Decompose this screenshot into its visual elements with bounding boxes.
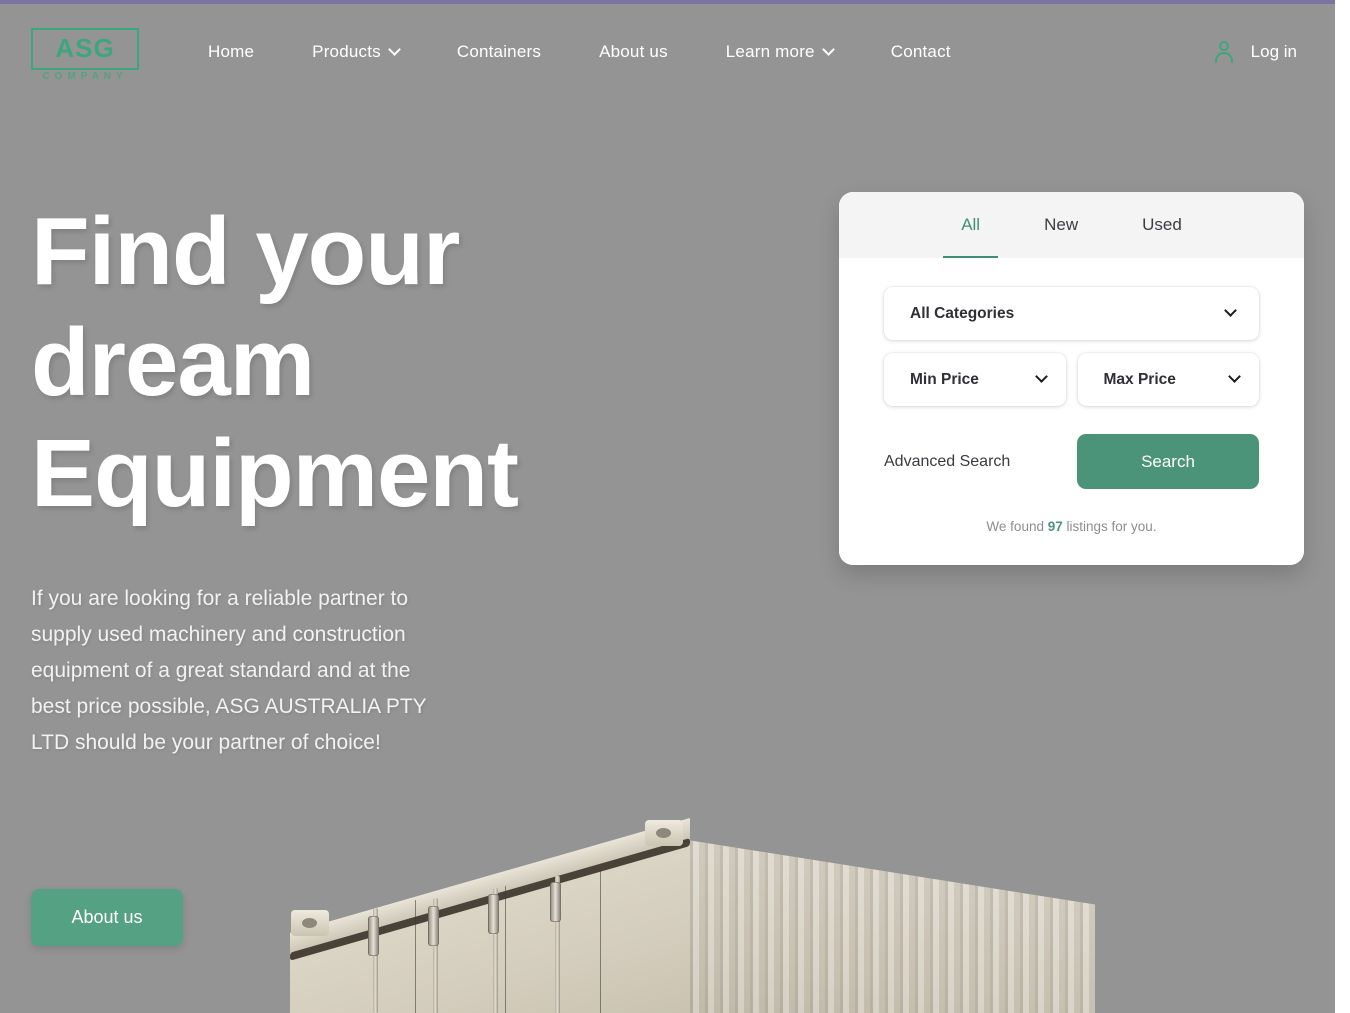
nav-item-contact[interactable]: Contact bbox=[862, 42, 980, 62]
login-area[interactable]: Log in bbox=[1214, 4, 1297, 100]
price-row: Min Price Max Price bbox=[884, 353, 1259, 406]
category-select[interactable]: All Categories bbox=[884, 287, 1259, 340]
advanced-search-link[interactable]: Advanced Search bbox=[884, 453, 1077, 471]
about-us-button[interactable]: About us bbox=[31, 889, 183, 946]
hero-paragraph: If you are looking for a reliable partne… bbox=[31, 587, 427, 754]
listing-count-suffix: listings for you. bbox=[1066, 519, 1157, 534]
login-label: Log in bbox=[1250, 42, 1297, 61]
tab-all[interactable]: All bbox=[929, 192, 1012, 258]
nav-item-label: Containers bbox=[456, 42, 542, 61]
listing-count-number: 97 bbox=[1047, 519, 1063, 534]
container-hero-image bbox=[255, 808, 1095, 1013]
container-door-seam bbox=[505, 885, 506, 1013]
nav-item-label: About us bbox=[599, 42, 668, 61]
brand-logo-subtext: COMPANY bbox=[42, 71, 128, 82]
max-price-select[interactable]: Max Price bbox=[1077, 353, 1259, 406]
container-corner-casting bbox=[291, 910, 329, 936]
min-price-select[interactable]: Min Price bbox=[884, 353, 1066, 406]
site-header: ASG COMPANY Home Products Containers Abo… bbox=[0, 4, 1335, 100]
nav-item-label: Learn more bbox=[725, 42, 815, 61]
container-corner-casting bbox=[645, 820, 683, 846]
brand-logo-text: ASG bbox=[55, 33, 115, 63]
nav-item-containers[interactable]: Containers bbox=[428, 42, 570, 62]
main-nav: Home Products Containers About us Learn … bbox=[208, 4, 980, 100]
top-accent-bar bbox=[0, 0, 1335, 4]
chevron-down-icon bbox=[1034, 370, 1048, 383]
container-door-handle bbox=[368, 916, 379, 956]
search-button[interactable]: Search bbox=[1077, 434, 1259, 489]
min-price-value: Min Price bbox=[910, 370, 979, 388]
listing-count: We found 97 listings for you. bbox=[884, 493, 1259, 565]
chevron-down-icon bbox=[821, 42, 835, 56]
container-door-handle bbox=[428, 906, 439, 946]
category-select-value: All Categories bbox=[910, 304, 1015, 322]
container-door-handle bbox=[488, 894, 499, 934]
chevron-down-icon bbox=[1224, 304, 1237, 317]
chevron-down-icon bbox=[1228, 370, 1241, 383]
nav-item-label: Products bbox=[312, 42, 381, 61]
nav-item-home[interactable]: Home bbox=[208, 42, 283, 62]
hero-section: Find your dream Equipment If you are loo… bbox=[31, 196, 591, 761]
max-price-value: Max Price bbox=[1103, 370, 1176, 388]
nav-item-learn-more[interactable]: Learn more bbox=[697, 42, 862, 62]
page-title: Find your dream Equipment bbox=[31, 198, 519, 527]
nav-item-label: Home bbox=[208, 42, 255, 61]
chevron-down-icon bbox=[387, 42, 401, 56]
listing-count-prefix: We found bbox=[986, 519, 1044, 534]
brand-logo[interactable]: ASG COMPANY bbox=[31, 28, 139, 84]
nav-item-label: Contact bbox=[890, 42, 951, 61]
page-viewport: ASG COMPANY Home Products Containers Abo… bbox=[0, 0, 1335, 1013]
container-door-handle bbox=[550, 882, 561, 922]
container-door-seam bbox=[600, 869, 601, 1013]
container-side-panel bbox=[675, 838, 1095, 1013]
container-door-seam bbox=[415, 899, 416, 1013]
search-form: All Categories Min Price Max Price Advan… bbox=[839, 258, 1304, 565]
search-tabs: All New Used bbox=[839, 192, 1304, 258]
user-icon bbox=[1214, 41, 1234, 63]
tab-used[interactable]: Used bbox=[1110, 192, 1214, 258]
search-actions: Advanced Search Search bbox=[884, 434, 1259, 493]
scrollbar[interactable] bbox=[1335, 0, 1350, 1013]
nav-item-products[interactable]: Products bbox=[283, 42, 428, 62]
nav-item-about-us[interactable]: About us bbox=[570, 42, 697, 62]
search-card: All New Used All Categories Min Price Ma… bbox=[839, 192, 1304, 565]
tab-new[interactable]: New bbox=[1012, 192, 1110, 258]
